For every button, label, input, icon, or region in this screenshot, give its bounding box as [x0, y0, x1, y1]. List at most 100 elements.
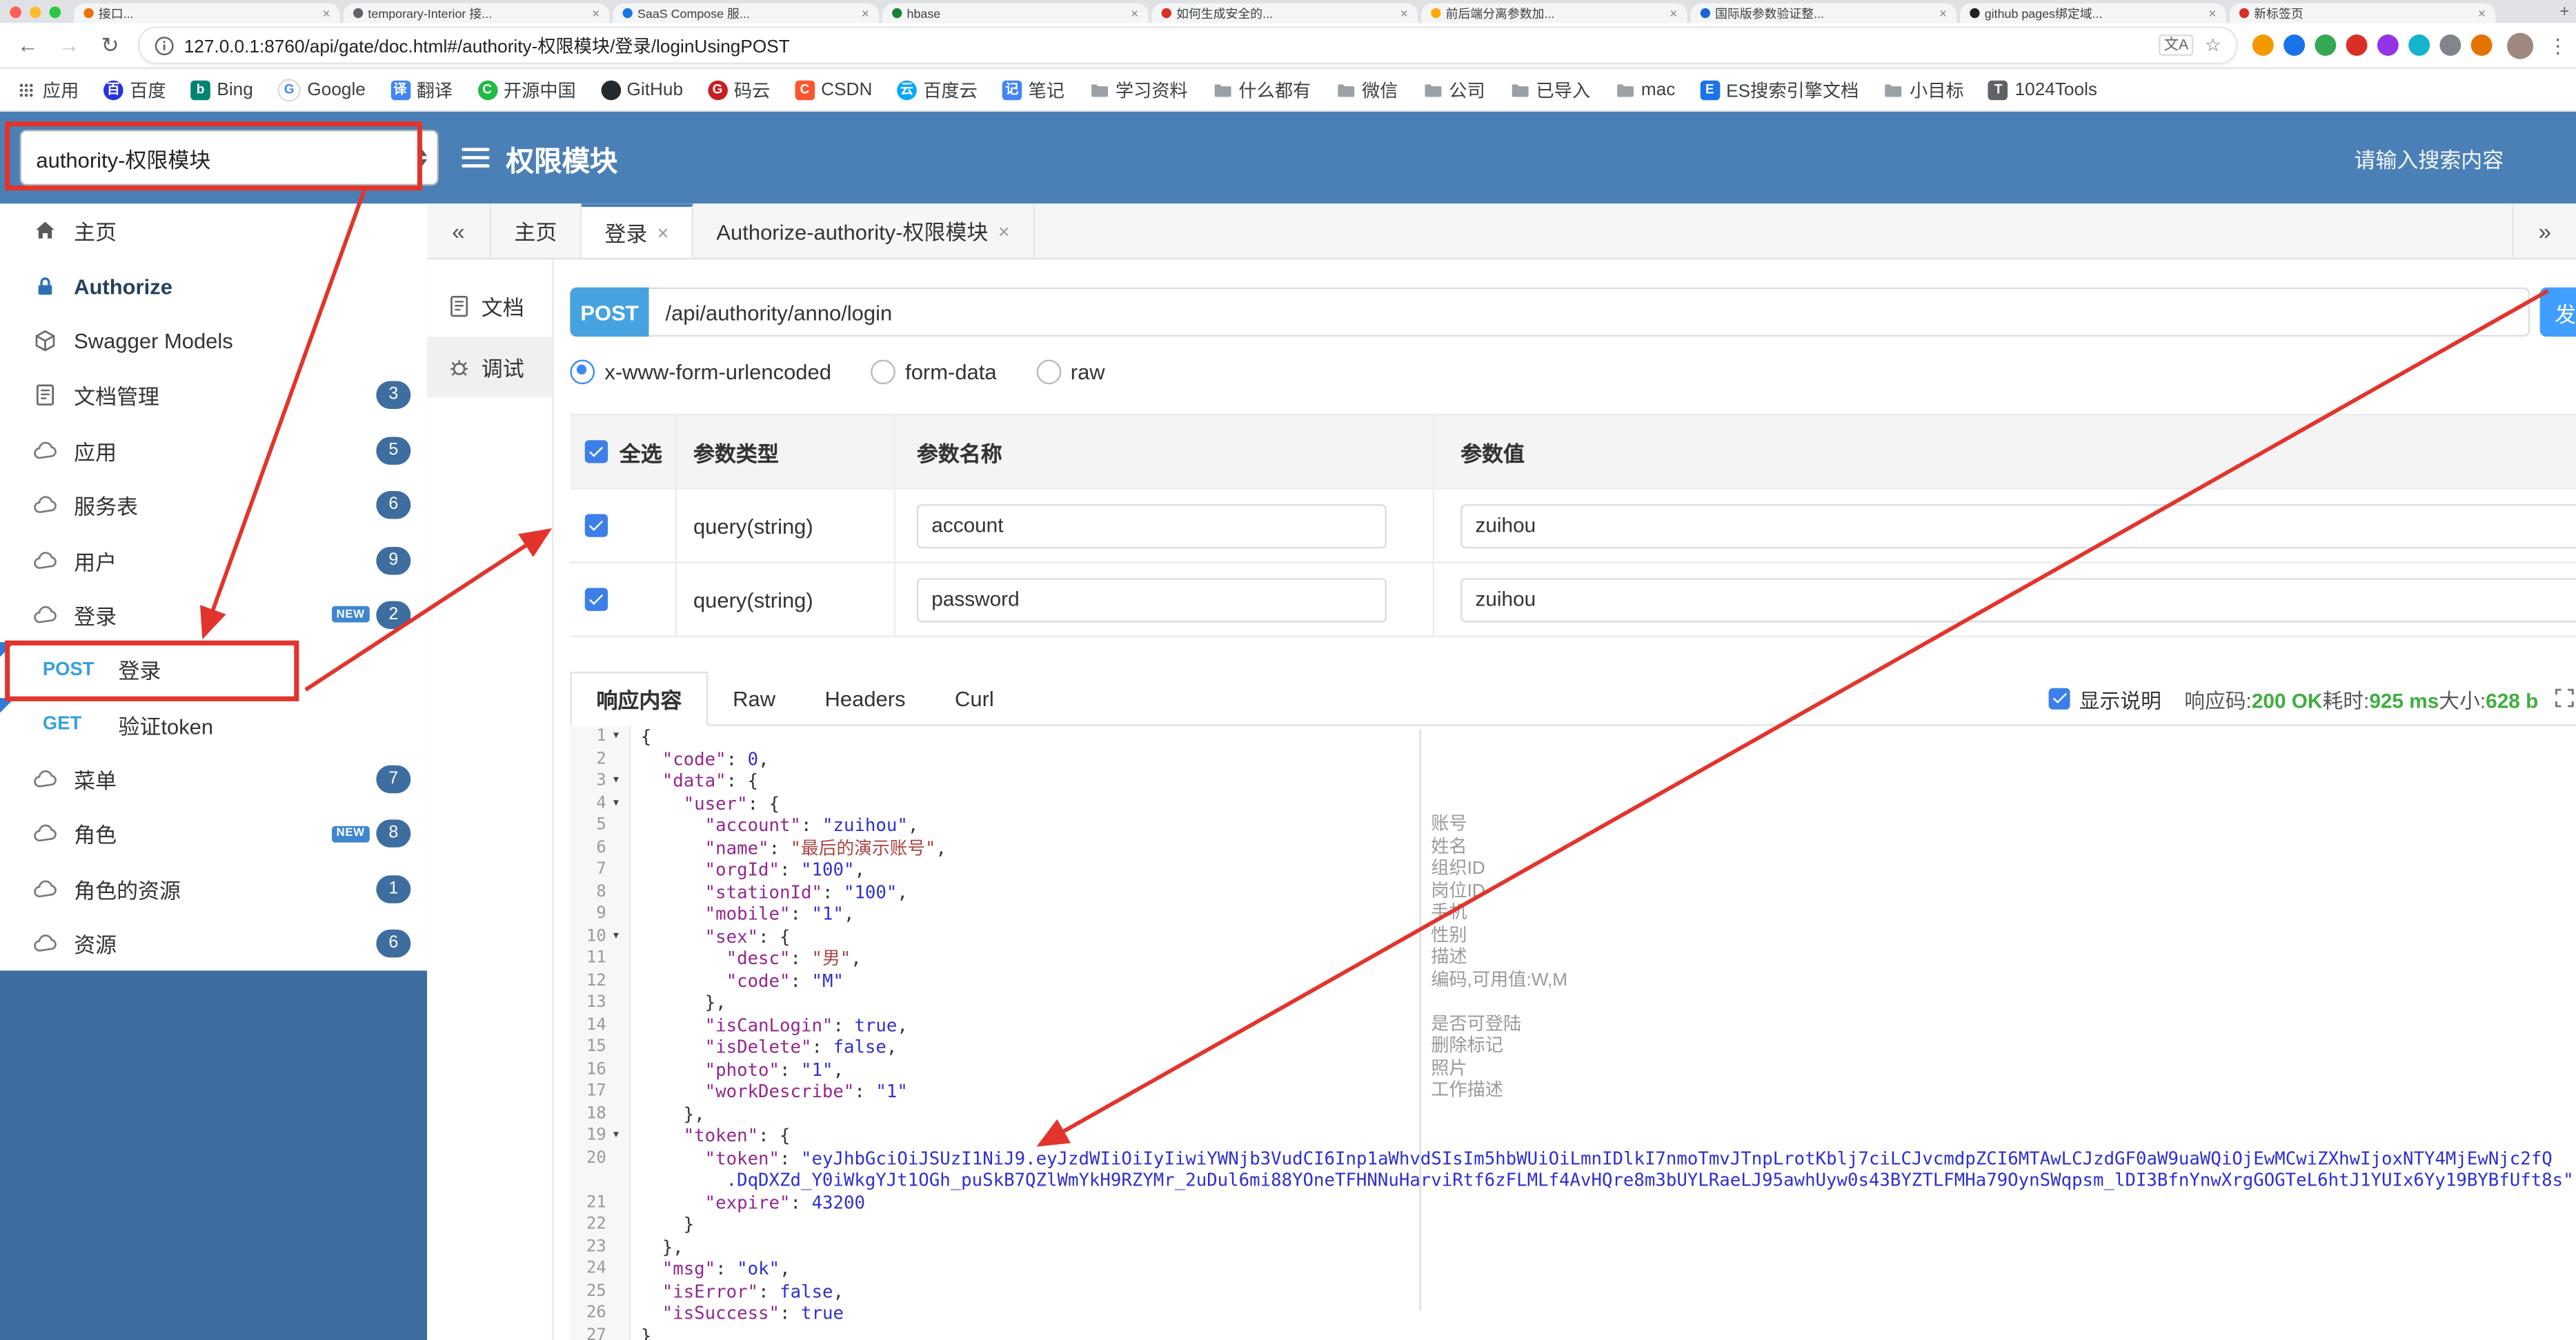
- fold-icon[interactable]: ▾: [606, 726, 626, 748]
- browser-tab[interactable]: 新标签页 ×: [2229, 3, 2496, 23]
- header-search[interactable]: 请输入搜索内容: [2355, 142, 2504, 173]
- sidebar-item-Swagger Models[interactable]: Swagger Models: [0, 313, 427, 368]
- gutter-cell[interactable]: 5: [570, 814, 631, 837]
- extension-icon[interactable]: [2252, 34, 2274, 56]
- extension-icon[interactable]: [2315, 34, 2337, 56]
- extension-icon[interactable]: [2439, 34, 2461, 56]
- bookmark-item[interactable]: 小目标: [1883, 77, 1964, 103]
- bookmark-item[interactable]: 什么都有: [1212, 77, 1311, 103]
- bookmark-item[interactable]: GitHub: [600, 79, 683, 100]
- param-value-input[interactable]: [1460, 503, 2576, 548]
- gutter-cell[interactable]: 27: [570, 1324, 631, 1340]
- expand-icon[interactable]: [2555, 688, 2575, 708]
- select-all-checkbox[interactable]: [584, 440, 608, 463]
- close-tab-icon[interactable]: ×: [657, 221, 669, 243]
- tabs-scroll-right-icon[interactable]: »: [2512, 203, 2576, 258]
- gutter-cell[interactable]: 14: [570, 1014, 631, 1037]
- gutter-cell[interactable]: 1 ▾: [570, 726, 631, 748]
- bookmark-item[interactable]: 百百度: [103, 77, 166, 103]
- content-type-option[interactable]: raw: [1036, 359, 1105, 384]
- browser-tab[interactable]: 前后端分离参数加... ×: [1420, 3, 1687, 23]
- tab-close-icon[interactable]: ×: [862, 6, 869, 20]
- sidebar-item-资源[interactable]: 资源 6: [0, 917, 427, 972]
- gutter-cell[interactable]: 24: [570, 1258, 631, 1281]
- param-checkbox[interactable]: [584, 514, 608, 537]
- gutter-cell[interactable]: 17: [570, 1080, 631, 1103]
- tab-close-icon[interactable]: ×: [1939, 6, 1947, 20]
- bookmark-item[interactable]: C 开源中国: [477, 77, 576, 103]
- param-name-input[interactable]: [916, 503, 1387, 548]
- gutter-cell[interactable]: 23: [570, 1236, 631, 1259]
- param-value-input[interactable]: [1460, 577, 2576, 622]
- sidebar-api-get-验证token[interactable]: GET 验证token: [0, 697, 427, 752]
- bookmark-item[interactable]: 应用: [17, 77, 79, 103]
- content-type-option[interactable]: form-data: [871, 359, 997, 384]
- tab-close-icon[interactable]: ×: [592, 6, 600, 20]
- browser-tab[interactable]: hbase ×: [882, 3, 1149, 23]
- send-button[interactable]: 发送: [2539, 287, 2576, 337]
- close-tab-icon[interactable]: ×: [998, 219, 1010, 242]
- radio-icon[interactable]: [871, 359, 895, 384]
- gutter-cell[interactable]: 21: [570, 1191, 631, 1214]
- gutter-cell[interactable]: 12: [570, 970, 631, 992]
- reload-icon[interactable]: ↻: [97, 32, 123, 58]
- fold-icon[interactable]: ▾: [606, 926, 626, 948]
- sidebar-api-post-登录[interactable]: POST 登录: [0, 642, 427, 697]
- gutter-cell[interactable]: 3 ▾: [570, 770, 631, 793]
- doc-tab-Authorize-authority-权限模块[interactable]: Authorize-authority-权限模块 ×: [693, 203, 1035, 258]
- module-select[interactable]: authority-权限模块: [19, 130, 439, 186]
- tab-close-icon[interactable]: ×: [1131, 6, 1138, 20]
- extension-icon[interactable]: [2346, 34, 2368, 56]
- radio-icon[interactable]: [1036, 359, 1061, 384]
- browser-tab[interactable]: 国际版参数验证整... ×: [1690, 3, 1957, 23]
- doc-tab-主页[interactable]: 主页: [491, 203, 582, 258]
- sidebar-item-主页[interactable]: 主页: [0, 203, 427, 259]
- gutter-cell[interactable]: 22: [570, 1213, 631, 1237]
- bookmark-item[interactable]: 云百度云: [897, 77, 978, 103]
- mini-tab-调试[interactable]: 调试: [427, 337, 553, 398]
- gutter-cell[interactable]: 8: [570, 881, 631, 903]
- gutter-cell[interactable]: 26: [570, 1302, 631, 1325]
- extension-icon[interactable]: [2408, 34, 2430, 56]
- bookmark-item[interactable]: mac: [1615, 79, 1675, 99]
- browser-tab[interactable]: 如何生成安全的... ×: [1151, 3, 1418, 23]
- fold-icon[interactable]: ▾: [606, 1125, 626, 1147]
- sidebar-item-应用[interactable]: 应用 5: [0, 423, 427, 478]
- gutter-cell[interactable]: 9: [570, 903, 631, 926]
- show-desc-checkbox[interactable]: [2048, 687, 2070, 709]
- bookmark-item[interactable]: 学习资料: [1089, 77, 1188, 103]
- fold-icon[interactable]: ▾: [606, 792, 626, 814]
- browser-menu-icon[interactable]: ⋮: [2548, 34, 2568, 57]
- gutter-cell[interactable]: 16: [570, 1058, 631, 1081]
- gutter-cell[interactable]: 4 ▾: [570, 792, 631, 815]
- bookmark-item[interactable]: b Bing: [190, 79, 253, 100]
- bookmark-item[interactable]: C CSDN: [795, 79, 872, 100]
- tab-close-icon[interactable]: ×: [323, 6, 330, 20]
- param-checkbox[interactable]: [584, 588, 608, 611]
- gutter-cell[interactable]: 7: [570, 859, 631, 881]
- tab-close-icon[interactable]: ×: [2478, 6, 2486, 20]
- sidebar-item-服务表[interactable]: 服务表 6: [0, 478, 427, 533]
- tab-close-icon[interactable]: ×: [2208, 6, 2216, 20]
- bookmark-item[interactable]: 已导入: [1509, 77, 1590, 103]
- gutter-cell[interactable]: 15: [570, 1036, 631, 1059]
- translate-icon[interactable]: 文A: [2159, 34, 2194, 56]
- bookmark-item[interactable]: 微信: [1336, 77, 1398, 103]
- request-url-input[interactable]: /api/authority/anno/login: [648, 287, 2530, 337]
- back-icon[interactable]: ←: [14, 33, 41, 58]
- content-type-option[interactable]: x-www-form-urlencoded: [570, 359, 831, 384]
- sidebar-item-角色的资源[interactable]: 角色的资源 1: [0, 861, 427, 917]
- address-bar[interactable]: 127.0.0.1:8760/api/gate/doc.html#/author…: [138, 26, 2238, 64]
- tabs-scroll-left-icon[interactable]: «: [427, 203, 492, 258]
- bookmark-item[interactable]: G Google: [277, 78, 366, 101]
- gutter-cell[interactable]: 6: [570, 837, 631, 859]
- sidebar-item-登录[interactable]: 登录 NEW 2: [0, 588, 427, 643]
- new-tab-icon[interactable]: +: [2553, 3, 2576, 21]
- mini-tab-文档[interactable]: 文档: [427, 276, 552, 337]
- response-tab-响应内容[interactable]: 响应内容: [570, 671, 709, 726]
- response-tab-Raw[interactable]: Raw: [708, 672, 800, 724]
- tab-close-icon[interactable]: ×: [1400, 6, 1408, 20]
- sidebar-item-文档管理[interactable]: 文档管理 3: [0, 368, 427, 423]
- radio-icon[interactable]: [570, 359, 595, 384]
- fold-icon[interactable]: ▾: [606, 770, 626, 792]
